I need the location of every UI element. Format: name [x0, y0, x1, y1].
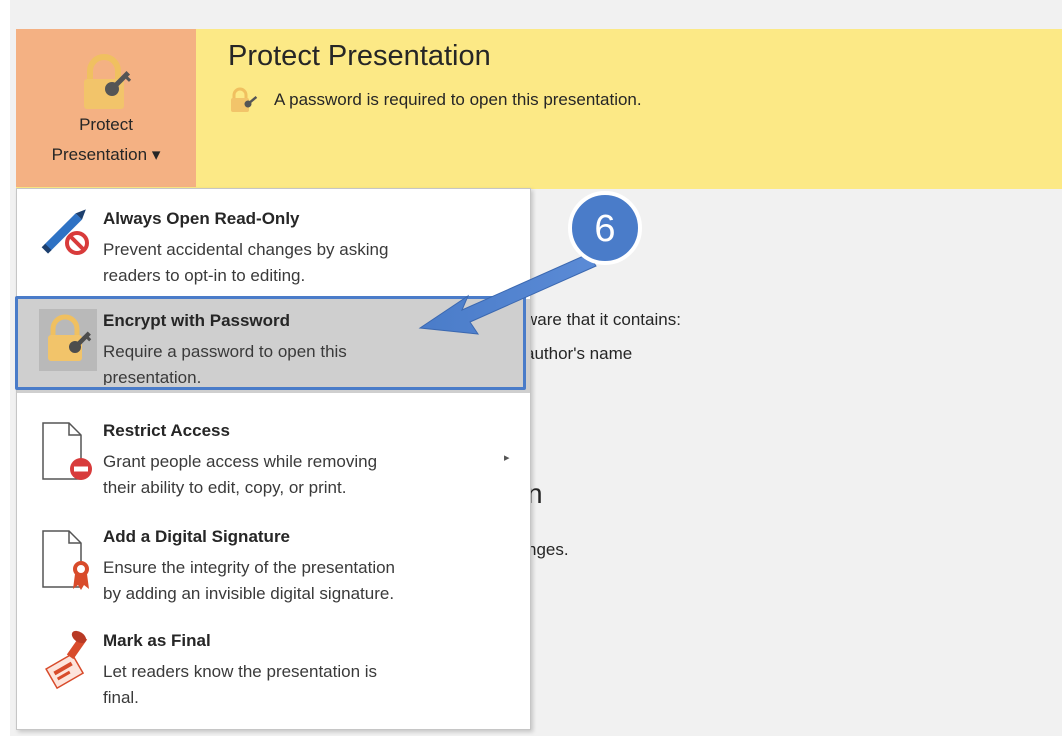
step-number: 6 — [594, 208, 615, 250]
annotation-overlay: 6 — [418, 191, 642, 335]
annotation-arrow-icon — [418, 253, 597, 335]
